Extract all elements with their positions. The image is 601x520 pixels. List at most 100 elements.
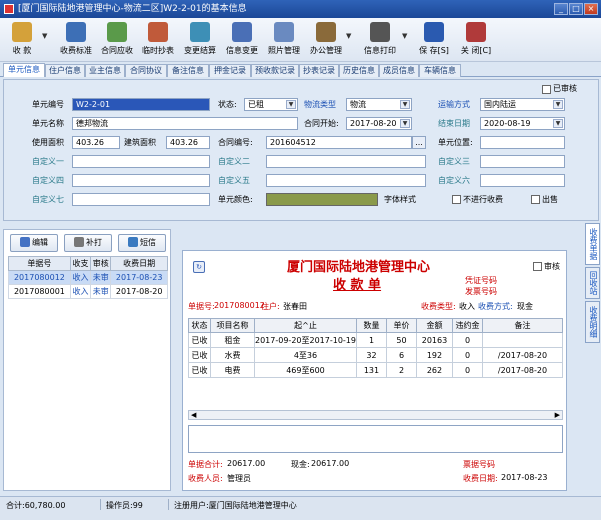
- chevron-down-icon[interactable]: ▼: [553, 100, 563, 109]
- column-header[interactable]: 收费日期: [110, 256, 168, 271]
- unit-name-field[interactable]: 德邦物流: [72, 117, 298, 130]
- logistics-type-select[interactable]: 物流 ▼: [346, 98, 412, 111]
- tab-owner-info[interactable]: 业主信息: [85, 64, 125, 77]
- audit-cell: 未审: [90, 284, 112, 299]
- vtab-receipts[interactable]: 收费单据: [585, 223, 600, 265]
- column-header[interactable]: 收支: [69, 256, 92, 271]
- print-dropdown-icon[interactable]: ▼: [402, 32, 407, 40]
- contract-receivable-button[interactable]: 合同应收: [97, 20, 137, 60]
- unit-no-field[interactable]: W2-2-01: [72, 98, 210, 111]
- custom1-field[interactable]: [72, 155, 210, 168]
- column-header[interactable]: 状态: [188, 318, 211, 333]
- horizontal-scrollbar[interactable]: ◀ ▶: [188, 410, 563, 420]
- column-header[interactable]: 审核: [90, 256, 112, 271]
- receive-money-icon: [12, 22, 32, 42]
- tab-history[interactable]: 历史信息: [339, 64, 379, 77]
- table-row[interactable]: 已收 电费 469至600 131 2 262 0 /2017-08-20: [188, 362, 564, 378]
- info-change-button[interactable]: 信息变更: [222, 20, 262, 60]
- end-date-label: 结束日期: [438, 119, 470, 128]
- for-sale-checkbox[interactable]: [531, 195, 540, 204]
- edit-button[interactable]: 编辑: [10, 234, 58, 252]
- tab-meter-records[interactable]: 抄表记录: [299, 64, 339, 77]
- custom4-field[interactable]: [72, 174, 210, 187]
- custom7-field[interactable]: [72, 193, 210, 206]
- no-fee-checkbox[interactable]: [452, 195, 461, 204]
- unit-color-swatch[interactable]: [266, 193, 378, 206]
- contract-start-field[interactable]: 2017-08-20 ▼: [346, 117, 412, 130]
- column-header[interactable]: 备注: [481, 318, 564, 333]
- tab-members[interactable]: 成员信息: [379, 64, 419, 77]
- penalty-cell: 0: [451, 332, 483, 348]
- column-header[interactable]: 数量: [355, 318, 387, 333]
- change-settlement-button[interactable]: 变更结算: [180, 20, 220, 60]
- save-button[interactable]: 保 存[S]: [414, 20, 454, 60]
- custom6-field[interactable]: [480, 174, 565, 187]
- tab-vehicles[interactable]: 车辆信息: [419, 64, 461, 77]
- custom2-field[interactable]: [266, 155, 426, 168]
- table-row[interactable]: 已收 水费 4至36 32 6 192 0 /2017-08-20: [188, 347, 564, 363]
- chevron-down-icon[interactable]: ▼: [286, 100, 296, 109]
- sms-button[interactable]: 短信: [118, 234, 166, 252]
- unit-position-field[interactable]: [480, 136, 565, 149]
- contract-browse-button[interactable]: ...: [412, 136, 426, 149]
- custom5-field[interactable]: [266, 174, 426, 187]
- photo-management-button[interactable]: 照片管理: [264, 20, 304, 60]
- meter-reading-button[interactable]: 临时抄表: [138, 20, 178, 60]
- receive-dropdown-icon[interactable]: ▼: [42, 32, 47, 40]
- minimize-button[interactable]: _: [554, 3, 568, 15]
- chevron-down-icon[interactable]: ▼: [553, 119, 563, 128]
- table-row[interactable]: 2017080001 收入 未审 2017-08-20: [8, 284, 168, 299]
- font-style-label[interactable]: 字体样式: [384, 194, 416, 206]
- receipt-audited-checkbox[interactable]: [533, 262, 542, 271]
- column-header[interactable]: 单据号: [8, 256, 71, 271]
- use-area-label: 使用面积: [32, 138, 64, 147]
- print-button[interactable]: 信息打印: [360, 20, 400, 60]
- scroll-left-icon[interactable]: ◀: [191, 411, 196, 419]
- chevron-down-icon[interactable]: ▼: [400, 100, 410, 109]
- window-close-button[interactable]: ×: [584, 3, 598, 15]
- tab-prepayment[interactable]: 预收款记录: [251, 64, 299, 77]
- vtab-fee-details[interactable]: 收费明细: [585, 301, 600, 343]
- close-button[interactable]: 关 闭[C]: [456, 20, 496, 60]
- office-management-button[interactable]: 办公管理: [306, 20, 346, 60]
- column-header[interactable]: 违约金: [451, 318, 483, 333]
- receipt-title: 收 款 单: [333, 278, 382, 293]
- vtab-recycle-bin[interactable]: 回收站: [585, 267, 600, 299]
- reprint-button[interactable]: 补打: [64, 234, 112, 252]
- receipt-audited-label: 审核: [544, 262, 560, 271]
- tab-resident-info[interactable]: 住户信息: [45, 64, 85, 77]
- table-header-row: 单据号 收支 审核 收费日期: [8, 256, 168, 271]
- office-dropdown-icon[interactable]: ▼: [346, 32, 351, 40]
- end-date-field[interactable]: 2020-08-19 ▼: [480, 117, 565, 130]
- tab-remarks[interactable]: 备注信息: [167, 64, 209, 77]
- status-total: 合计:60,780.00: [6, 501, 66, 510]
- column-header[interactable]: 单价: [385, 318, 417, 333]
- column-header[interactable]: 金额: [415, 318, 453, 333]
- maximize-button[interactable]: □: [569, 3, 583, 15]
- scroll-right-icon[interactable]: ▶: [555, 411, 560, 419]
- table-row[interactable]: 已收 租金 2017-09-20至2017-10-19 1 50 20163 0: [188, 332, 564, 348]
- table-row[interactable]: 2017080012 收入 未审 2017-08-23: [8, 270, 168, 285]
- receive-button[interactable]: 收 款: [4, 20, 40, 60]
- fee-standard-button[interactable]: 收费标准: [56, 20, 96, 60]
- receipt-list-table: 单据号 收支 审核 收费日期 2017080012 收入 未审 2017-08-…: [8, 256, 168, 299]
- build-area-field[interactable]: 403.26: [166, 136, 210, 149]
- tab-deposit[interactable]: 押金记录: [209, 64, 251, 77]
- chevron-down-icon[interactable]: ▼: [400, 119, 410, 128]
- use-area-field[interactable]: 403.26: [72, 136, 120, 149]
- tab-unit-info[interactable]: 单元信息: [3, 63, 45, 77]
- status-select[interactable]: 已租 ▼: [244, 98, 298, 111]
- column-header[interactable]: 项目名称: [210, 318, 255, 333]
- transport-select[interactable]: 国内陆运 ▼: [480, 98, 565, 111]
- audited-checkbox[interactable]: [542, 85, 551, 94]
- custom3-field[interactable]: [480, 155, 565, 168]
- contract-no-field[interactable]: 201604512: [266, 136, 412, 149]
- receipt-memo-field[interactable]: [188, 425, 563, 453]
- audited-label: 已审核: [553, 84, 577, 93]
- column-header[interactable]: 起^止: [254, 318, 357, 333]
- status-bar: 合计:60,780.00 操作员:99 注册用户:厦门国际陆地港管理中心: [0, 496, 601, 520]
- refresh-icon[interactable]: ↻: [193, 261, 205, 273]
- tab-contract[interactable]: 合同协议: [125, 64, 167, 77]
- unit-name-label: 单元名称: [32, 119, 64, 128]
- custom6-label: 自定义六: [438, 176, 470, 185]
